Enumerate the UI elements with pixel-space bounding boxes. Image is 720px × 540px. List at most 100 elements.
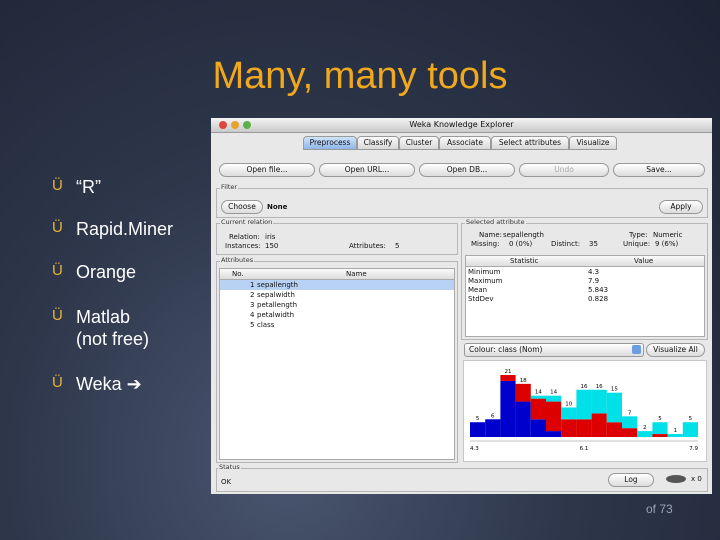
- bin-count-label: 2: [643, 425, 647, 431]
- bin-count-label: 21: [505, 369, 512, 375]
- col-no: No.: [232, 270, 244, 278]
- statistics-table: Statistic Value Minimum 4.3 Maximum 7.9 …: [465, 255, 705, 337]
- filter-label: Filter: [220, 183, 239, 191]
- sa-type-label: Type:: [629, 231, 648, 239]
- histogram-bar-versicolor: [591, 413, 607, 437]
- table-row[interactable]: 2 sepalwidth: [220, 290, 454, 300]
- histogram-x-label: 4.3: [470, 446, 479, 452]
- filter-group: [216, 188, 708, 218]
- undo-button[interactable]: Undo: [519, 163, 609, 177]
- apply-button[interactable]: Apply: [659, 200, 703, 214]
- col-name: Name: [346, 270, 367, 278]
- sa-unique-label: Unique:: [623, 240, 651, 248]
- histogram-bar-virginica: [591, 389, 607, 414]
- log-button[interactable]: Log: [608, 473, 654, 487]
- histogram-bar-virginica: [637, 431, 653, 437]
- relation-value: iris: [265, 233, 276, 241]
- histogram-bar-versicolor: [576, 419, 592, 437]
- slide-title: Many, many tools: [212, 55, 508, 97]
- histogram-bar-versicolor: [561, 419, 577, 437]
- current-relation-label: Current relation: [220, 218, 274, 226]
- histogram-bar-virginica: [622, 416, 638, 429]
- table-row[interactable]: 3 petallength: [220, 300, 454, 310]
- page-number: of 73: [646, 502, 673, 516]
- bin-count-label: 14: [535, 390, 542, 396]
- histogram-bar-setosa: [500, 380, 516, 437]
- open-file-button[interactable]: Open file...: [219, 163, 315, 177]
- histogram-panel: 5 6 21 18 14 14 10 16 16 15 7 2 5 1 5 4.3 6.1 7.9: [463, 360, 707, 462]
- attributes-label: Attributes:: [349, 242, 386, 250]
- bin-count-label: 5: [658, 416, 662, 422]
- table-row[interactable]: 1 sepallength: [220, 280, 454, 290]
- histogram-bar-versicolor: [500, 375, 516, 381]
- histogram-bar-versicolor: [530, 398, 546, 420]
- histogram-bar-versicolor: [652, 434, 668, 437]
- bin-count-label: 10: [565, 401, 572, 407]
- bin-count-label: 5: [476, 416, 480, 422]
- attributes-header: No. Name: [220, 269, 454, 280]
- histogram-bar-setosa: [530, 419, 546, 437]
- statistics-header: Statistic Value: [466, 256, 704, 267]
- table-row: StdDev 0.828: [468, 295, 609, 303]
- histogram-bar-setosa: [515, 401, 531, 437]
- histogram-bar-versicolor: [622, 428, 638, 437]
- bin-count-label: 15: [611, 387, 618, 393]
- tab-preprocess[interactable]: Preprocess: [303, 136, 357, 150]
- attributes-value: 5: [395, 242, 400, 250]
- histogram-bar-virginica: [576, 389, 592, 420]
- window-titlebar: Weka Knowledge Explorer: [211, 118, 712, 133]
- histogram-x-label: 6.1: [580, 446, 589, 452]
- arrow-bullet-icon: Ü: [52, 307, 63, 324]
- sa-unique-value: 9 (6%): [655, 240, 679, 248]
- tab-cluster[interactable]: Cluster: [399, 136, 439, 150]
- histogram-bar-setosa: [546, 431, 562, 437]
- bin-count-label: 1: [673, 428, 677, 434]
- sa-name-label: Name:: [479, 231, 503, 239]
- histogram-x-label: 7.9: [689, 446, 698, 452]
- choose-button[interactable]: Choose: [221, 200, 263, 214]
- open-db-button[interactable]: Open DB...: [419, 163, 515, 177]
- histogram-bar-virginica: [667, 434, 683, 437]
- bin-count-label: 5: [689, 416, 693, 422]
- histogram-bar-virginica: [652, 422, 668, 435]
- sa-distinct-value: 35: [589, 240, 598, 248]
- sa-name-value: sepallength: [503, 231, 544, 239]
- sa-type-value: Numeric: [653, 231, 683, 239]
- selected-attribute-label: Selected attribute: [465, 218, 526, 226]
- tab-associate[interactable]: Associate: [439, 136, 491, 150]
- histogram-bar-virginica: [561, 407, 577, 420]
- tab-classify[interactable]: Classify: [357, 136, 399, 150]
- histogram-bar-versicolor: [546, 401, 562, 432]
- histogram-bar-setosa: [485, 419, 501, 437]
- bin-count-label: 14: [550, 390, 557, 396]
- histogram-bar-setosa: [470, 422, 486, 437]
- col-statistic: Statistic: [510, 257, 539, 265]
- arrow-bullet-icon: Ü: [52, 219, 63, 236]
- histogram-bar-versicolor: [606, 422, 622, 437]
- chevron-down-icon: [632, 345, 641, 354]
- sa-missing-value: 0 (0%): [509, 240, 533, 248]
- histogram-bar-virginica: [682, 422, 698, 437]
- class-select[interactable]: Colour: class (Nom): [464, 343, 644, 357]
- tab-visualize[interactable]: Visualize: [569, 136, 617, 150]
- sa-distinct-label: Distinct:: [551, 240, 581, 248]
- histogram-chart: 5 6211814 141016 16 15725154.3 6.1 7.9: [470, 369, 698, 452]
- visualize-all-button[interactable]: Visualize All: [646, 343, 705, 357]
- table-row[interactable]: 5 class: [220, 320, 454, 330]
- tab-select-attributes[interactable]: Select attributes: [491, 136, 569, 150]
- bin-count-label: 16: [596, 384, 603, 390]
- open-url-button[interactable]: Open URL...: [319, 163, 415, 177]
- bin-count-label: 16: [581, 384, 588, 390]
- arrow-bullet-icon: Ü: [52, 374, 63, 391]
- attributes-group-label: Attributes: [220, 256, 255, 264]
- status-label: Status: [218, 463, 241, 471]
- instances-value: 150: [265, 242, 279, 250]
- attributes-table: No. Name 1 sepallength 2 sepalwidth 3 pe…: [219, 268, 455, 460]
- bin-count-label: 7: [628, 410, 632, 416]
- bin-count-label: 6: [491, 413, 495, 419]
- instances-label: Instances:: [225, 242, 261, 250]
- filter-value: None: [267, 203, 288, 211]
- save-button[interactable]: Save...: [613, 163, 705, 177]
- table-row[interactable]: 4 petalwidth: [220, 310, 454, 320]
- col-value: Value: [634, 257, 654, 265]
